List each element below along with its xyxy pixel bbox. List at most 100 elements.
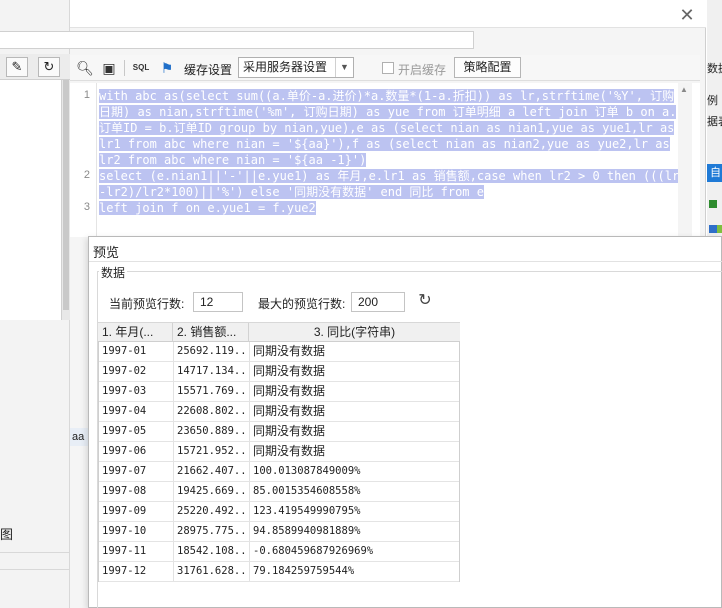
policy-config-button[interactable]: 策略配置 (454, 57, 521, 78)
green-icon (717, 225, 722, 233)
cell-yoy: 同期没有数据 (253, 444, 326, 458)
cell-sales: 25692.119... (174, 342, 250, 361)
cell-sales: 23650.889... (174, 422, 250, 441)
preview-window: 预览 数据 当前预览行数: 12 最大的预览行数: 200 ↻ 1. 年月(..… (88, 236, 722, 608)
cell-month: 1997-09 (99, 502, 174, 521)
cell-yoy: 同期没有数据 (253, 424, 326, 438)
table-row[interactable]: 1997-11 18542.108... -0.680459687926969% (99, 542, 459, 562)
left-toolbar: ✎ ↻ (0, 54, 70, 80)
enable-cache-label: 开启缓存 (398, 63, 447, 77)
cell-month: 1997-02 (99, 362, 174, 381)
table-row[interactable]: 1997-08 19425.669... 85.0015354608558% (99, 482, 459, 502)
dialog-title-bar (70, 0, 706, 28)
cell-month: 1997-07 (99, 462, 174, 481)
cell-sales: 31761.628... (174, 562, 250, 581)
code-line: -lr2)/lr2*100)||'%') else '同期没有数据' end 同… (99, 185, 484, 199)
current-rows-label: 当前预览行数: (109, 297, 185, 311)
column-header[interactable]: 2. 销售额... (173, 323, 249, 342)
left-scrollbar[interactable] (62, 80, 70, 320)
table-row[interactable]: 1997-09 25220.492... 123.419549990795% (99, 502, 459, 522)
line-number: 1 (83, 89, 90, 101)
cell-month: 1997-01 (99, 342, 174, 361)
cell-sales: 28975.775... (174, 522, 250, 541)
right-panel-label: 数据 (707, 63, 722, 75)
preview-table: 1. 年月(... 2. 销售额... 3. 同比(字符串) 1997-01 25… (98, 322, 460, 582)
table-row[interactable]: 1997-05 23650.889... 同期没有数据 (99, 422, 459, 442)
max-rows-label: 最大的预览行数: (258, 297, 346, 311)
table-row[interactable]: 1997-07 21662.407... 100.013087849009% (99, 462, 459, 482)
refresh-icon[interactable]: ↻ (38, 57, 60, 77)
right-panel-label: 据表 (707, 116, 722, 128)
cell-month: 1997-12 (99, 562, 174, 581)
line-number: 3 (83, 201, 90, 213)
column-header[interactable]: 1. 年月(... (98, 323, 173, 342)
sql-code[interactable]: with abc as(select sum((a.单价-a.进价)*a.数量*… (99, 88, 687, 216)
preview-title: 预览 (93, 245, 120, 260)
cell-sales: 14717.134... (174, 362, 250, 381)
dataset-name-input[interactable] (0, 31, 474, 49)
code-line: select (e.nian1||'-'||e.yue1) as 年月,e.lr… (99, 169, 687, 183)
editor-scrollbar[interactable]: ▲ (678, 83, 692, 237)
cell-month: 1997-08 (99, 482, 174, 501)
sql-toolbar: 🔍︎ ▣ SQL ⚑ 缓存设置 采用服务器设置 ▼ 开启缓存 策略配置 (70, 55, 700, 81)
cell-month: 1997-10 (99, 522, 174, 541)
cell-yoy: 同期没有数据 (253, 404, 326, 418)
cell-sales: 19425.669... (174, 482, 250, 501)
code-line: lr1 from abc where nian = '${aa}'),f as … (99, 137, 670, 151)
cell-yoy: 同期没有数据 (253, 364, 326, 378)
column-header[interactable]: 3. 同比(字符串) (249, 323, 460, 342)
cell-month: 1997-11 (99, 542, 174, 561)
code-line: 日期) as nian,strftime('%m', 订购日期) as yue … (99, 105, 677, 119)
code-line: left join f on e.yue1 = f.yue2 (99, 201, 316, 215)
cell-yoy: 同期没有数据 (253, 344, 326, 358)
max-rows-input[interactable]: 200 (351, 292, 405, 312)
cell-yoy: -0.680459687926969% (253, 545, 374, 557)
right-panel-label: 例 (707, 95, 718, 107)
code-line: lr2 from abc where nian = '${aa -1}') (99, 153, 367, 167)
parameter-tag: aa (70, 428, 90, 446)
code-line: with abc as(select sum((a.单价-a.进价)*a.数量*… (99, 89, 675, 103)
bookmark-icon[interactable]: ⚑ (158, 59, 176, 77)
table-row[interactable]: 1997-12 31761.628... 79.184259759544% (99, 562, 459, 582)
cell-sales: 21662.407... (174, 462, 250, 481)
cell-sales: 22608.802... (174, 402, 250, 421)
sql-format-icon[interactable]: SQL (132, 59, 150, 77)
line-number-gutter: 1 2 3 (70, 83, 97, 237)
left-bottom-label: 图 (0, 527, 14, 542)
checkbox-box[interactable] (382, 62, 394, 74)
table-row[interactable]: 1997-02 14717.134... 同期没有数据 (99, 362, 459, 382)
refresh-icon[interactable]: ↻ (415, 291, 435, 311)
cell-sales: 25220.492... (174, 502, 250, 521)
edit-icon[interactable]: ✎ (6, 57, 28, 77)
cache-mode-select[interactable]: 采用服务器设置 ▼ (238, 57, 354, 78)
table-row[interactable]: 1997-10 28975.775... 94.8589940981889% (99, 522, 459, 542)
table-header: 1. 年月(... 2. 销售额... 3. 同比(字符串) (98, 322, 460, 342)
preview-icon[interactable]: 🔍︎ (76, 59, 94, 77)
sql-editor[interactable]: 1 2 3 with abc as(select sum((a.单价-a.进价)… (70, 83, 700, 237)
cell-yoy: 123.419549990795% (253, 505, 361, 517)
cell-yoy: 79.184259759544% (253, 565, 355, 577)
close-icon[interactable]: ✕ (676, 4, 698, 26)
table-row[interactable]: 1997-01 25692.119... 同期没有数据 (99, 342, 459, 362)
table-row[interactable]: 1997-04 22608.802... 同期没有数据 (99, 402, 459, 422)
cell-sales: 15721.952... (174, 442, 250, 461)
cell-yoy: 同期没有数据 (253, 384, 326, 398)
cell-sales: 15571.769... (174, 382, 250, 401)
cell-month: 1997-05 (99, 422, 174, 441)
cell-yoy: 94.8589940981889% (253, 525, 361, 537)
current-rows-input[interactable]: 12 (193, 292, 243, 312)
cell-sales: 18542.108... (174, 542, 250, 561)
left-bottom-bar (0, 552, 70, 570)
cell-month: 1997-04 (99, 402, 174, 421)
cell-yoy: 85.0015354608558% (253, 485, 361, 497)
blue-icon (709, 225, 717, 233)
green-icon (709, 200, 717, 208)
right-panel-tag[interactable]: 自 (707, 164, 722, 182)
table-row[interactable]: 1997-03 15571.769... 同期没有数据 (99, 382, 459, 402)
cell-yoy: 100.013087849009% (253, 465, 361, 477)
code-line: 订单ID = b.订单ID group by nian,yue),e as (s… (99, 121, 675, 135)
save-icon[interactable]: ▣ (100, 59, 118, 77)
table-row[interactable]: 1997-06 15721.952... 同期没有数据 (99, 442, 459, 462)
cache-mode-value: 采用服务器设置 (243, 60, 328, 74)
cell-month: 1997-03 (99, 382, 174, 401)
